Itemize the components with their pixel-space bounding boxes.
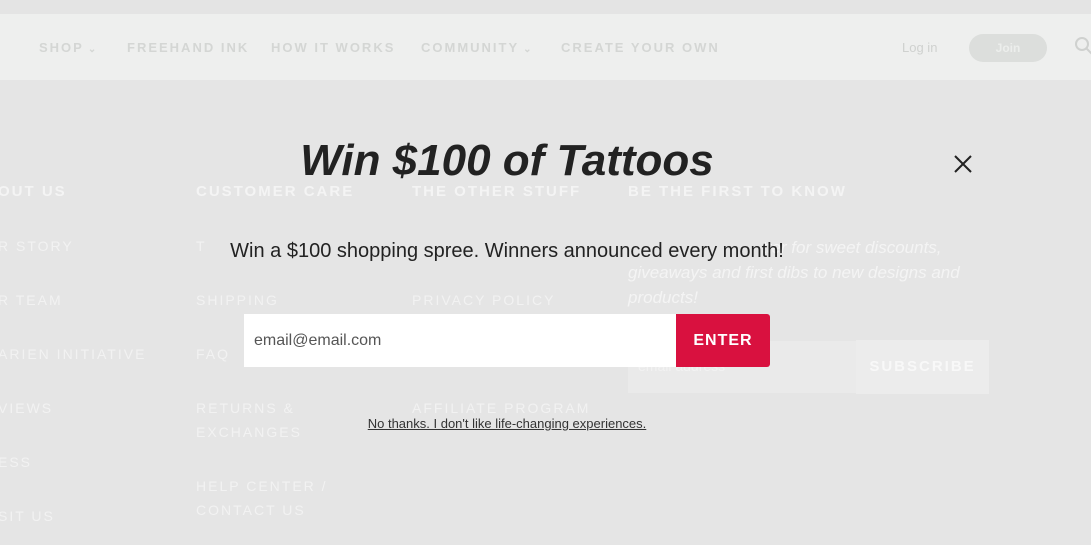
main-navbar: SHOP ⌄ FREEHAND INK HOW IT WORKS COMMUNIT… — [0, 14, 1091, 80]
footer-link-contact[interactable]: CONTACT US — [196, 498, 306, 522]
nav-community[interactable]: COMMUNITY ⌄ — [421, 40, 534, 55]
chevron-down-icon: ⌄ — [523, 44, 534, 55]
footer-link-shipping[interactable]: SHIPPING — [196, 288, 279, 312]
footer-link-privacy[interactable]: PRIVACY POLICY — [412, 288, 555, 312]
chevron-down-icon: ⌄ — [87, 44, 99, 55]
newsletter-line: giveaways and first dibs to new designs … — [628, 263, 960, 282]
decline-link[interactable]: No thanks. I don't like life-changing ex… — [0, 416, 1014, 431]
join-button[interactable]: Join — [969, 34, 1047, 62]
enter-button[interactable]: ENTER — [676, 314, 770, 367]
popup-email-input[interactable] — [244, 314, 676, 367]
nav-shop[interactable]: SHOP ⌄ — [39, 40, 98, 55]
nav-create-your-own[interactable]: CREATE YOUR OWN — [561, 40, 720, 55]
footer-link-initiative[interactable]: ARIEN INITIATIVE — [0, 342, 146, 366]
nav-community-label: COMMUNITY — [421, 40, 520, 55]
nav-shop-label: SHOP — [39, 40, 84, 55]
top-strip — [0, 0, 1091, 14]
search-icon[interactable] — [1074, 36, 1091, 56]
footer-link-visit[interactable]: SIT US — [0, 504, 55, 528]
footer-link-help-center[interactable]: HELP CENTER / — [196, 474, 328, 498]
nav-freehand-ink[interactable]: FREEHAND INK — [127, 40, 249, 55]
subscribe-button[interactable]: SUBSCRIBE — [856, 340, 989, 394]
popup-subtitle: Win a $100 shopping spree. Winners annou… — [230, 240, 784, 262]
login-link[interactable]: Log in — [902, 40, 937, 55]
nav-how-it-works[interactable]: HOW IT WORKS — [271, 40, 395, 55]
footer-link-faq[interactable]: FAQ — [196, 342, 230, 366]
newsletter-line: products! — [628, 288, 698, 307]
close-icon[interactable] — [950, 151, 976, 177]
footer-link-press[interactable]: ESS — [0, 450, 32, 474]
popup-title: Win $100 of Tattoos — [300, 136, 714, 185]
footer-link-team[interactable]: R TEAM — [0, 288, 63, 312]
